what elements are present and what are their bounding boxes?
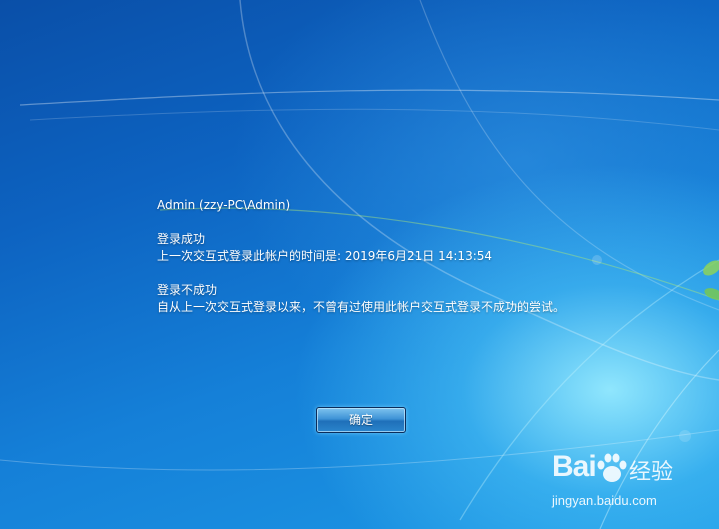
watermark-brand: Bai [552,450,597,483]
watermark-suffix: 经验 [629,460,674,485]
watermark-url: jingyan.baidu.com [552,493,657,508]
ok-button[interactable]: 确定 [316,407,406,433]
baidu-jingyan-watermark: Bai 经验 jingyan.baidu.com [552,448,712,518]
login-failure-detail: 自从上一次交互式登录以来，不曾有过使用此帐户交互式登录不成功的尝试。 [157,300,566,314]
login-failure-heading: 登录不成功 [157,283,218,297]
baidu-paw-icon [597,453,627,482]
login-success-heading: 登录成功 [157,232,206,246]
login-info-panel: Admin (zzy-PC\Admin) 登录成功 上一次交互式登录此帐户的时间… [157,197,677,316]
windows7-login-background: Admin (zzy-PC\Admin) 登录成功 上一次交互式登录此帐户的时间… [0,0,719,529]
last-login-time: 上一次交互式登录此帐户的时间是: 2019年6月21日 14:13:54 [157,249,493,263]
account-name: Admin (zzy-PC\Admin) [157,198,291,212]
